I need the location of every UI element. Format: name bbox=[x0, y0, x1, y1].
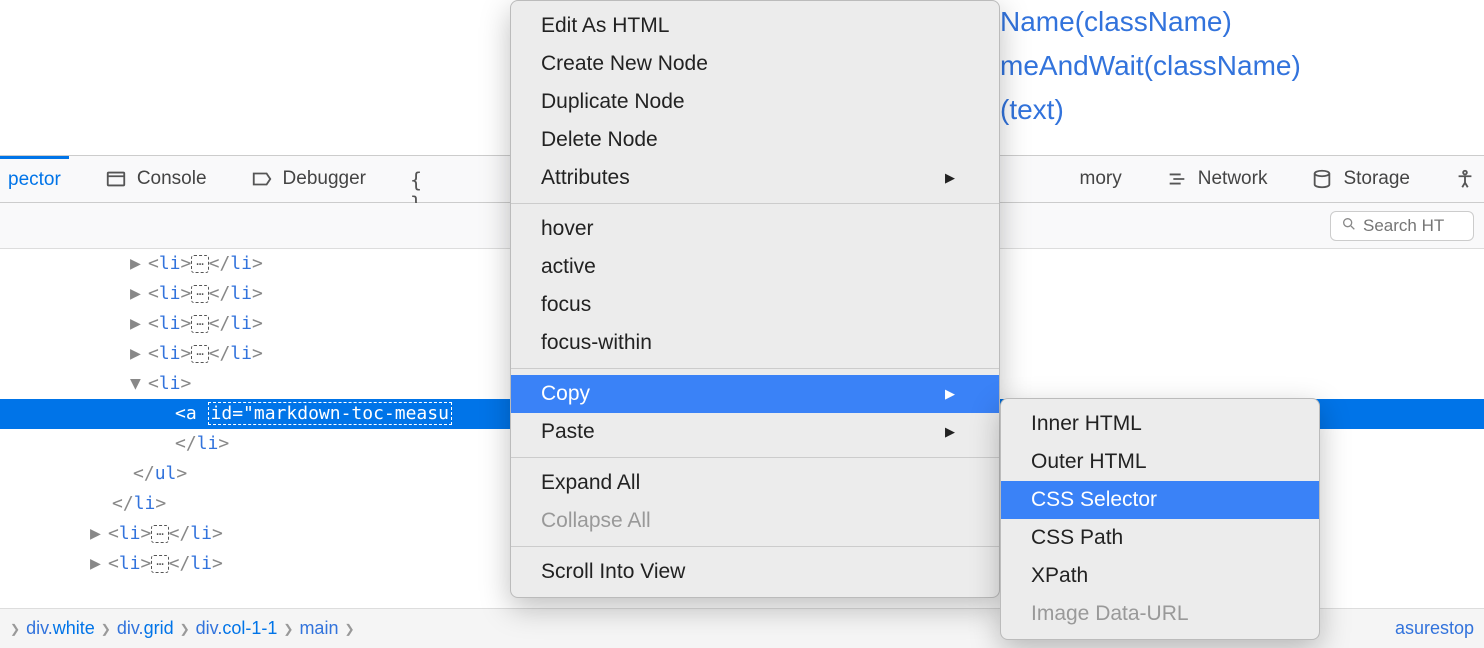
menu-scroll-into-view[interactable]: Scroll Into View bbox=[511, 553, 999, 591]
twisty-icon[interactable]: ▶ bbox=[90, 519, 104, 549]
attr-highlight: id="markdown-toc-measu bbox=[208, 402, 452, 425]
twisty-down-icon[interactable]: ▼ bbox=[130, 369, 144, 399]
tab-storage-label: Storage bbox=[1343, 168, 1410, 190]
tab-network-label: Network bbox=[1198, 168, 1268, 190]
copy-submenu: Inner HTML Outer HTML CSS Selector CSS P… bbox=[1000, 398, 1320, 640]
context-menu: Edit As HTML Create New Node Duplicate N… bbox=[510, 0, 1000, 598]
chevron-right-icon: ❯ bbox=[10, 622, 20, 636]
menu-separator bbox=[511, 203, 999, 204]
ellipsis-badge[interactable]: ⋯ bbox=[151, 525, 168, 543]
accessibility-icon bbox=[1454, 168, 1476, 190]
crumb-2[interactable]: div.grid bbox=[117, 618, 174, 639]
ellipsis-badge[interactable]: ⋯ bbox=[151, 555, 168, 573]
chevron-right-icon: ❯ bbox=[180, 622, 190, 636]
crumb-1[interactable]: div.white bbox=[26, 618, 95, 639]
twisty-icon[interactable]: ▶ bbox=[90, 549, 104, 579]
crumb-right[interactable]: asurestop bbox=[1395, 618, 1474, 639]
crumb-3[interactable]: div.col-1-1 bbox=[196, 618, 278, 639]
ellipsis-badge[interactable]: ⋯ bbox=[191, 315, 208, 333]
menu-focus-within[interactable]: focus-within bbox=[511, 324, 999, 362]
chevron-right-icon: ❯ bbox=[101, 622, 111, 636]
crumb-4[interactable]: main bbox=[299, 618, 338, 639]
tab-memory[interactable]: mory bbox=[1072, 156, 1130, 202]
api-link-2[interactable]: meAndWait(className) bbox=[1000, 44, 1484, 88]
menu-delete-node[interactable]: Delete Node bbox=[511, 121, 999, 159]
tab-console-label: Console bbox=[137, 168, 207, 190]
submenu-css-selector[interactable]: CSS Selector bbox=[1001, 481, 1319, 519]
menu-separator bbox=[511, 368, 999, 369]
menu-paste[interactable]: Paste▶ bbox=[511, 413, 999, 451]
api-link-1[interactable]: Name(className) bbox=[1000, 0, 1484, 44]
submenu-arrow-icon: ▶ bbox=[945, 417, 955, 447]
submenu-xpath[interactable]: XPath bbox=[1001, 557, 1319, 595]
menu-active[interactable]: active bbox=[511, 248, 999, 286]
menu-collapse-all: Collapse All bbox=[511, 502, 999, 540]
submenu-css-path[interactable]: CSS Path bbox=[1001, 519, 1319, 557]
tab-memory-label: mory bbox=[1080, 168, 1122, 190]
menu-hover[interactable]: hover bbox=[511, 210, 999, 248]
submenu-outer-html[interactable]: Outer HTML bbox=[1001, 443, 1319, 481]
tab-inspector-label: pector bbox=[8, 169, 61, 191]
tab-accessibility[interactable] bbox=[1446, 156, 1484, 202]
tab-debugger-label: Debugger bbox=[283, 168, 366, 190]
console-icon bbox=[105, 168, 127, 190]
search-input[interactable] bbox=[1363, 216, 1463, 236]
search-icon bbox=[1341, 216, 1357, 236]
submenu-arrow-icon: ▶ bbox=[945, 379, 955, 409]
menu-focus[interactable]: focus bbox=[511, 286, 999, 324]
submenu-inner-html[interactable]: Inner HTML bbox=[1001, 405, 1319, 443]
style-editor-icon: { } bbox=[410, 168, 432, 190]
twisty-icon[interactable]: ▶ bbox=[130, 339, 144, 369]
tab-console[interactable]: Console bbox=[97, 156, 215, 202]
api-link-3[interactable]: (text) bbox=[1000, 88, 1484, 132]
tab-inspector[interactable]: pector bbox=[0, 156, 69, 202]
twisty-icon[interactable]: ▶ bbox=[130, 249, 144, 279]
menu-create-new-node[interactable]: Create New Node bbox=[511, 45, 999, 83]
tab-network[interactable]: Network bbox=[1158, 156, 1276, 202]
network-icon bbox=[1166, 168, 1188, 190]
menu-duplicate-node[interactable]: Duplicate Node bbox=[511, 83, 999, 121]
menu-separator bbox=[511, 546, 999, 547]
tab-debugger[interactable]: Debugger bbox=[243, 156, 374, 202]
chevron-right-icon: ❯ bbox=[283, 622, 293, 636]
menu-expand-all[interactable]: Expand All bbox=[511, 464, 999, 502]
twisty-icon[interactable]: ▶ bbox=[130, 309, 144, 339]
menu-edit-as-html[interactable]: Edit As HTML bbox=[511, 7, 999, 45]
search-html-wrap[interactable] bbox=[1330, 211, 1474, 241]
menu-copy[interactable]: Copy▶ bbox=[511, 375, 999, 413]
ellipsis-badge[interactable]: ⋯ bbox=[191, 345, 208, 363]
ellipsis-badge[interactable]: ⋯ bbox=[191, 285, 208, 303]
debugger-icon bbox=[251, 168, 273, 190]
tab-style-editor[interactable]: { } bbox=[402, 156, 440, 202]
submenu-image-data-url: Image Data-URL bbox=[1001, 595, 1319, 633]
tab-storage[interactable]: Storage bbox=[1303, 156, 1418, 202]
menu-attributes[interactable]: Attributes▶ bbox=[511, 159, 999, 197]
menu-separator bbox=[511, 457, 999, 458]
chevron-right-icon: ❯ bbox=[344, 622, 354, 636]
submenu-arrow-icon: ▶ bbox=[945, 163, 955, 193]
storage-icon bbox=[1311, 168, 1333, 190]
ellipsis-badge[interactable]: ⋯ bbox=[191, 255, 208, 273]
twisty-icon[interactable]: ▶ bbox=[130, 279, 144, 309]
